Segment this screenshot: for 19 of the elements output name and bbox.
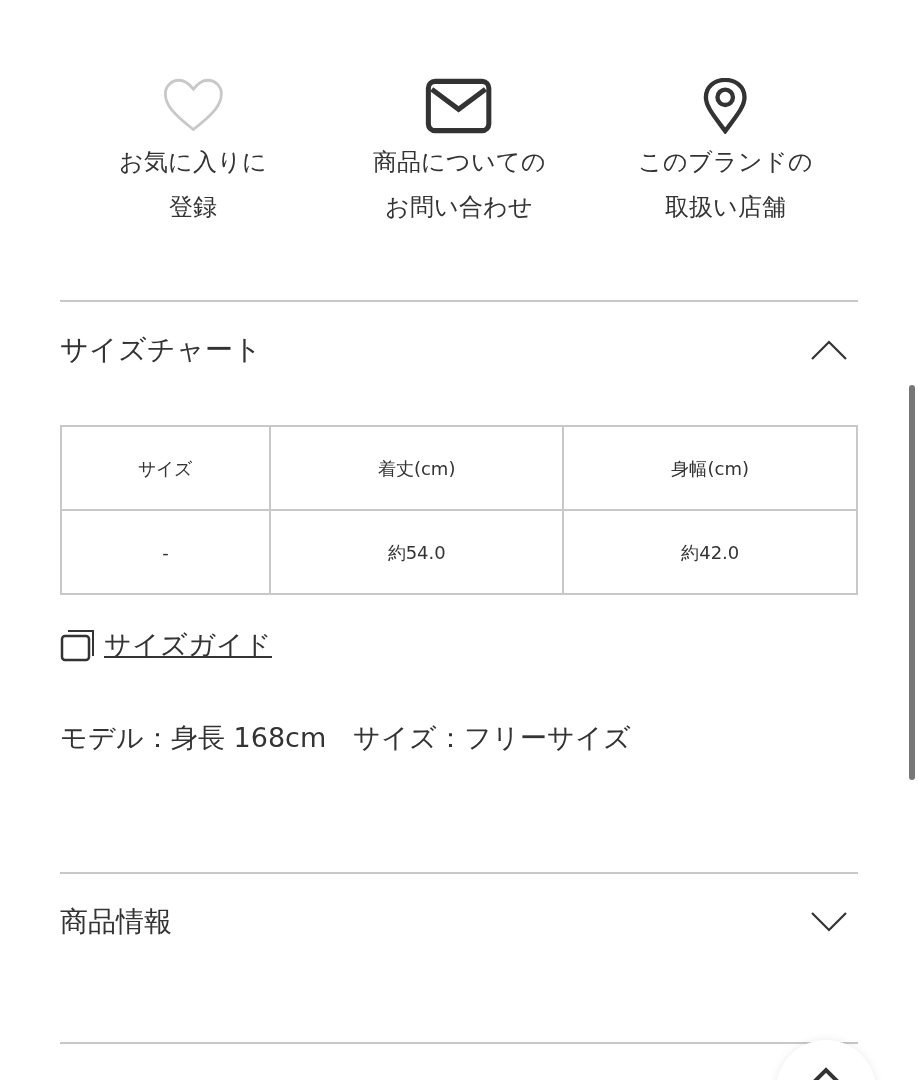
- table-cell: -: [61, 510, 270, 594]
- chevron-down-icon[interactable]: [810, 911, 848, 933]
- store-locator-button[interactable]: このブランドの 取扱い店舗: [592, 78, 858, 300]
- section-title: 商品情報: [60, 904, 172, 940]
- chevron-up-icon: [811, 1066, 841, 1080]
- column-header: サイズ: [61, 426, 270, 510]
- section-title: サイズチャート: [60, 332, 262, 368]
- table-cell: 約42.0: [563, 510, 857, 594]
- envelope-icon: [425, 78, 493, 134]
- column-header: 着丈(cm): [269, 426, 564, 510]
- table-cell: 約54.0: [269, 510, 564, 594]
- scrollbar[interactable]: [909, 385, 915, 780]
- chevron-up-icon[interactable]: [810, 339, 848, 361]
- favorite-button[interactable]: お気に入りに 登録: [60, 78, 326, 300]
- column-header: 身幅(cm): [563, 426, 857, 510]
- map-pin-icon: [702, 78, 748, 134]
- size-guide-link[interactable]: サイズガイド: [104, 625, 272, 666]
- inquiry-button[interactable]: 商品についての お問い合わせ: [326, 78, 592, 300]
- model-info: モデル：身長 168cm サイズ：フリーサイズ: [60, 720, 633, 755]
